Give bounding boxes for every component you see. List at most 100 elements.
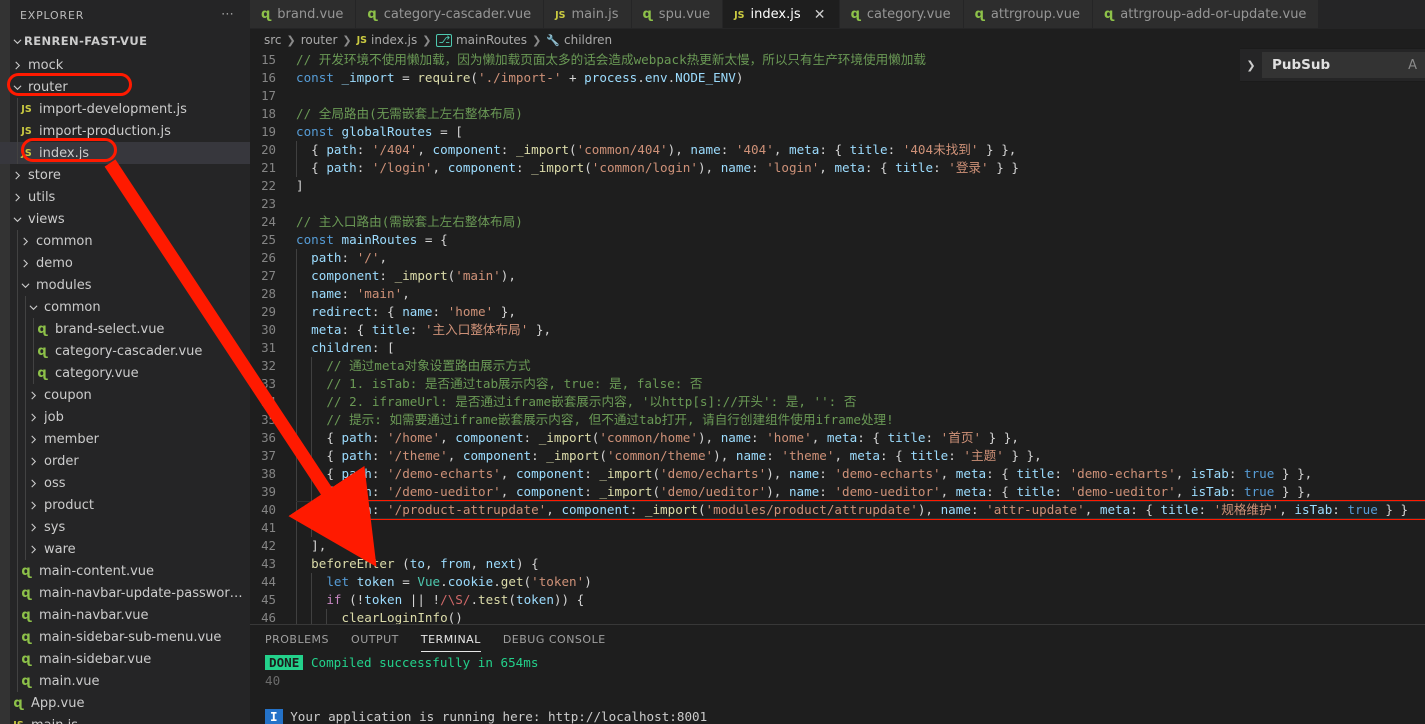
tree-item-import-production-js[interactable]: JS import-production.js (0, 120, 250, 142)
tree-item-order[interactable]: order (0, 450, 250, 472)
code-line-33[interactable]: 33 // 1. isTab: 是否通过tab展示内容, true: 是, fa… (250, 375, 1425, 393)
code-line-35[interactable]: 35 // 提示: 如需要通过iframe嵌套展示内容, 但不通过tab打开, … (250, 411, 1425, 429)
pubsub-panel[interactable]: ❯ PubSub A (1240, 48, 1425, 82)
tree-item-views[interactable]: views (0, 208, 250, 230)
code-line-37[interactable]: 37 { path: '/theme', component: _import(… (250, 447, 1425, 465)
code-line-29[interactable]: 29 redirect: { name: 'home' }, (250, 303, 1425, 321)
code-line-39[interactable]: 39 { path: '/demo-ueditor', component: _… (250, 483, 1425, 501)
code-indent-guide (296, 501, 297, 519)
code-line-27[interactable]: 27 component: _import('main'), (250, 267, 1425, 285)
tree-item-mock[interactable]: mock (0, 54, 250, 76)
code-line-32[interactable]: 32 // 通过meta对象设置路由展示方式 (250, 357, 1425, 375)
code-line-38[interactable]: 38 { path: '/demo-echarts', component: _… (250, 465, 1425, 483)
tree-item-main-vue[interactable]: ɋ main.vue (0, 670, 250, 692)
code-content[interactable]: 15// 开发环境不使用懒加载，因为懒加载页面太多的话会造成webpack热更新… (250, 51, 1425, 624)
panel-tab-output[interactable]: OUTPUT (351, 625, 399, 654)
tree-item-main-sidebar-sub-menu-vue[interactable]: ɋ main-sidebar-sub-menu.vue (0, 626, 250, 648)
tree-item-label: main.js (31, 718, 78, 724)
tree-item-ware[interactable]: ware (0, 538, 250, 560)
indent-guide (25, 516, 26, 538)
line-number: 20 (261, 142, 276, 157)
ellipsis-icon[interactable]: ⋯ (221, 8, 236, 21)
tree-item-category-cascader-vue[interactable]: ɋ category-cascader.vue (0, 340, 250, 362)
file-tree[interactable]: mock router JS import-development.js JS impor… (0, 52, 250, 724)
code-line-22[interactable]: 22] (250, 177, 1425, 195)
tree-item-index-js[interactable]: JS index.js (0, 142, 250, 164)
tree-item-member[interactable]: member (0, 428, 250, 450)
breadcrumb-item-mainroutes[interactable]: ⎇ mainRoutes (436, 33, 527, 47)
breadcrumb-item-index-js[interactable]: JS index.js (357, 33, 418, 47)
code-line-44[interactable]: 44 let token = Vue.cookie.get('token') (250, 573, 1425, 591)
code-line-40[interactable]: 40 { path: '/product-attrupdate', compon… (250, 501, 1425, 519)
code-line-34[interactable]: 34 // 2. iframeUrl: 是否通过iframe嵌套展示内容, '以… (250, 393, 1425, 411)
breadcrumb-item-src[interactable]: src (264, 33, 282, 47)
tree-item-app-vue[interactable]: ɋ App.vue (0, 692, 250, 714)
code-editor[interactable]: 15// 开发环境不使用懒加载，因为懒加载页面太多的话会造成webpack热更新… (250, 51, 1425, 624)
chevron-right-icon[interactable]: ❯ (1240, 59, 1262, 72)
line-number: 40 (261, 502, 276, 517)
tree-item-modules[interactable]: modules (0, 274, 250, 296)
tree-item-utils[interactable]: utils (0, 186, 250, 208)
editor-tab-spu-vue[interactable]: ɋ spu.vue (631, 0, 724, 28)
editor-tab-brand-vue[interactable]: ɋ brand.vue (250, 0, 357, 28)
tree-item-main-navbar-vue[interactable]: ɋ main-navbar.vue (0, 604, 250, 626)
code-line-20[interactable]: 20 { path: '/404', component: _import('c… (250, 141, 1425, 159)
code-line-24[interactable]: 24 // 主入口路由(需嵌套上左右整体布局) (250, 213, 1425, 231)
panel-tab-debug-console[interactable]: DEBUG CONSOLE (503, 625, 606, 654)
pubsub-body[interactable]: PubSub A (1262, 52, 1425, 78)
editor-tab-category-vue[interactable]: ɋ category.vue (839, 0, 964, 28)
code-line-23[interactable]: 23 (250, 195, 1425, 213)
tree-item-brand-select-vue[interactable]: ɋ brand-select.vue (0, 318, 250, 340)
tree-item-main-sidebar-vue[interactable]: ɋ main-sidebar.vue (0, 648, 250, 670)
tree-item-oss[interactable]: oss (0, 472, 250, 494)
tree-item-coupon[interactable]: coupon (0, 384, 250, 406)
editor-tab-attrgroup-vue[interactable]: ɋ attrgroup.vue (963, 0, 1093, 28)
tree-item-import-development-js[interactable]: JS import-development.js (0, 98, 250, 120)
panel-tab-bar[interactable]: PROBLEMS OUTPUT TERMINAL DEBUG CONSOLE (250, 625, 1425, 654)
code-line-26[interactable]: 26 path: '/', (250, 249, 1425, 267)
tree-item-store[interactable]: store (0, 164, 250, 186)
code-line-45[interactable]: 45 if (!token || !/\S/.test(token)) { (250, 591, 1425, 609)
code-line-18[interactable]: 18 // 全局路由(无需嵌套上左右整体布局) (250, 105, 1425, 123)
panel-tab-terminal[interactable]: TERMINAL (420, 625, 481, 654)
tree-item-job[interactable]: job (0, 406, 250, 428)
tree-item-router[interactable]: router (0, 76, 250, 98)
editor-tab-index-js[interactable]: JS index.js ✕ (723, 0, 840, 28)
line-number: 24 (261, 214, 276, 229)
tree-item-demo[interactable]: demo (0, 252, 250, 274)
tree-item-common[interactable]: common (0, 296, 250, 318)
editor-scrollbar[interactable] (1415, 51, 1425, 624)
code-line-21[interactable]: 21 { path: '/login', component: _import(… (250, 159, 1425, 177)
line-number: 26 (261, 250, 276, 265)
tree-item-common[interactable]: common (0, 230, 250, 252)
code-line-31[interactable]: 31 children: [ (250, 339, 1425, 357)
code-line-41[interactable]: 41 (250, 519, 1425, 537)
code-line-28[interactable]: 28 name: 'main', (250, 285, 1425, 303)
code-line-17[interactable]: 17 (250, 87, 1425, 105)
editor-tab-bar[interactable]: ɋ brand.vue ɋ category-cascader.vue JS main.j… (250, 0, 1425, 29)
tree-item-category-vue[interactable]: ɋ category.vue (0, 362, 250, 384)
tree-item-main-content-vue[interactable]: ɋ main-content.vue (0, 560, 250, 582)
terminal-output[interactable]: DONE Compiled successfully in 654ms 40 I… (250, 654, 1425, 724)
editor-tab-category-cascader-vue[interactable]: ɋ category-cascader.vue (356, 0, 545, 28)
code-line-30[interactable]: 30 meta: { title: '主入口整体布局' }, (250, 321, 1425, 339)
tree-item-sys[interactable]: sys (0, 516, 250, 538)
code-line-42[interactable]: 42 ], (250, 537, 1425, 555)
code-line-43[interactable]: 43 beforeEnter (to, from, next) { (250, 555, 1425, 573)
breadcrumb-item-children[interactable]: 🔧 children (546, 33, 612, 47)
breadcrumb-item-router[interactable]: router (301, 33, 338, 47)
editor-tab-main-js[interactable]: JS main.js (544, 0, 632, 28)
panel-tab-problems[interactable]: PROBLEMS (265, 625, 329, 654)
js-file-icon: JS (21, 125, 32, 137)
close-icon[interactable]: ✕ (813, 8, 827, 22)
code-line-46[interactable]: 46 clearLoginInfo() (250, 609, 1425, 624)
indent-guide (17, 384, 18, 406)
editor-tab-attrgroup-add-or-update-vue[interactable]: ɋ attrgroup-add-or-update.vue (1092, 0, 1320, 28)
project-root-row[interactable]: RENREN-FAST-VUE (0, 30, 250, 52)
tree-item-product[interactable]: product (0, 494, 250, 516)
tree-item-main-navbar-update-passwor-[interactable]: ɋ main-navbar-update-passwor… (0, 582, 250, 604)
code-line-19[interactable]: 19 const globalRoutes = [ (250, 123, 1425, 141)
tree-item-main-js[interactable]: JS main.js (0, 714, 250, 724)
code-line-36[interactable]: 36 { path: '/home', component: _import('… (250, 429, 1425, 447)
code-line-25[interactable]: 25 const mainRoutes = { (250, 231, 1425, 249)
